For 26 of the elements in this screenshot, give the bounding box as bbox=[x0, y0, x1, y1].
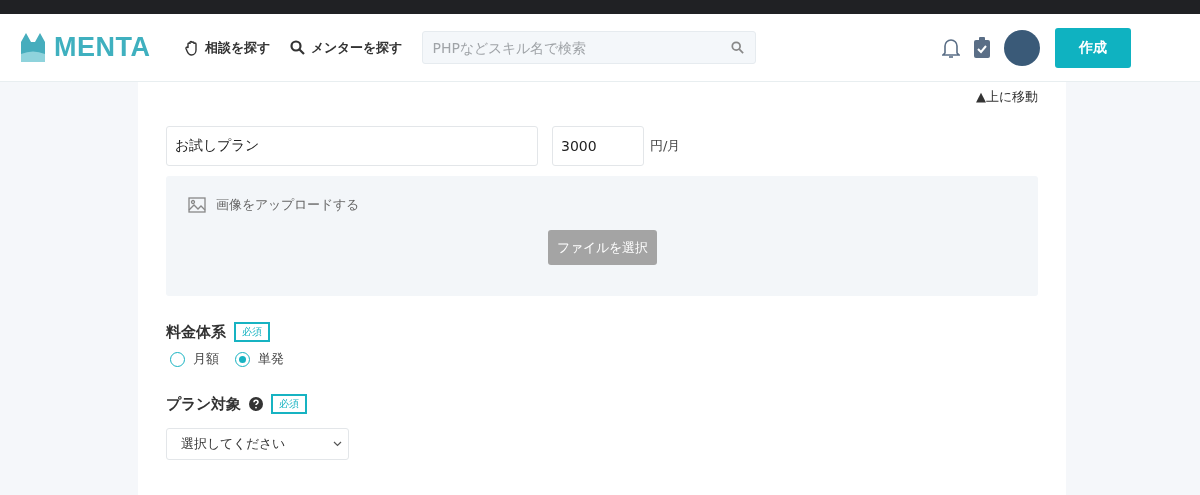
upload-area[interactable]: 画像をアップロードする ファイルを選択 bbox=[166, 176, 1038, 296]
scroll-top-link[interactable]: ▲上に移動 bbox=[166, 88, 1038, 106]
radio-option[interactable]: 月額 bbox=[170, 350, 219, 368]
nav-link[interactable]: メンターを探す bbox=[289, 38, 402, 57]
help-icon[interactable] bbox=[249, 397, 263, 411]
search-icon[interactable] bbox=[730, 41, 744, 54]
price-field[interactable]: 3000 bbox=[552, 126, 644, 166]
clipboard-check-icon[interactable] bbox=[974, 37, 990, 58]
required-badge: 必須 bbox=[234, 322, 270, 342]
search-field[interactable]: PHPなどスキル名で検索 bbox=[421, 31, 756, 64]
chevron-down-icon bbox=[333, 441, 342, 447]
nav-link[interactable]: 相談を探す bbox=[184, 38, 270, 57]
avatar[interactable] bbox=[1004, 29, 1040, 66]
plan-name-field[interactable]: お試しプラン bbox=[166, 126, 538, 166]
image-icon bbox=[188, 197, 206, 213]
cat-logo-icon bbox=[18, 31, 48, 64]
upload-label: 画像をアップロードする bbox=[216, 196, 359, 214]
radio-option[interactable]: 単発 bbox=[235, 350, 284, 368]
bell-icon[interactable] bbox=[942, 36, 960, 59]
plan-target-label: プラン対象 bbox=[166, 394, 241, 414]
hand-icon bbox=[184, 39, 199, 56]
required-badge: 必須 bbox=[271, 394, 307, 414]
plan-target-select[interactable]: 選択してください bbox=[166, 428, 349, 460]
pricing-label: 料金体系 bbox=[166, 322, 226, 342]
price-unit: 円/月 bbox=[650, 137, 681, 155]
search-icon bbox=[289, 40, 305, 55]
